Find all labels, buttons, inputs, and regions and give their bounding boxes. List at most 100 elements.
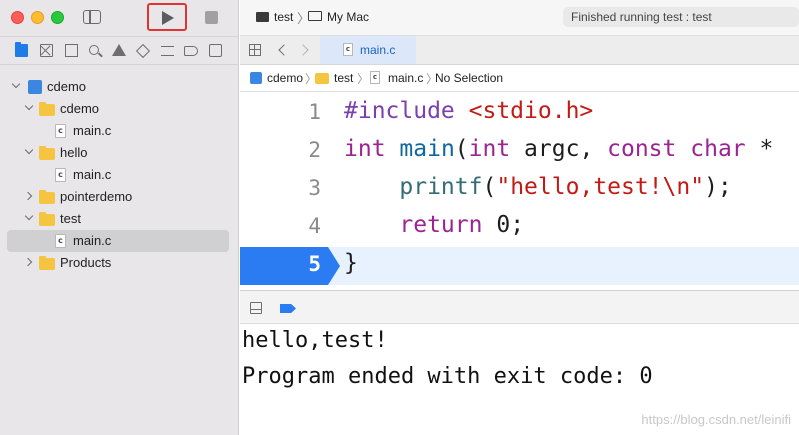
tree-item-label: pointerdemo [60, 189, 133, 204]
function-token: main [399, 136, 455, 162]
tree-item-label: main.c [73, 233, 112, 248]
report-navigator-icon[interactable] [209, 44, 222, 57]
close-window-button[interactable] [11, 11, 24, 24]
stop-button[interactable] [205, 11, 218, 24]
scheme-selector[interactable]: test [274, 10, 293, 24]
search-icon[interactable] [89, 45, 99, 55]
tab-label: main.c [360, 43, 396, 57]
code-line-current[interactable]: 5 } [240, 247, 799, 285]
folder-icon [315, 73, 329, 84]
c-file-icon: c [343, 43, 353, 56]
disclosure-open-icon[interactable] [11, 79, 21, 89]
line-number: 2 [308, 138, 321, 162]
related-items-icon[interactable] [249, 44, 261, 56]
jump-bar: cdemo 〉 test 〉 c main.c 〉 No Selection [240, 65, 799, 92]
console-line: Program ended with exit code: 0 [242, 364, 653, 389]
code-line[interactable]: 4 return 0; [240, 209, 799, 247]
c-file-icon: c [370, 71, 380, 84]
hide-debug-area-icon[interactable] [250, 302, 262, 314]
line-number: 5 [308, 252, 321, 276]
sidebar-toggle-icon[interactable] [83, 10, 101, 24]
symbol-navigator-icon[interactable] [65, 44, 78, 57]
forward-chevron-icon[interactable] [297, 44, 309, 56]
tree-item-file[interactable]: c main.c [7, 164, 229, 186]
disclosure-open-icon[interactable] [24, 145, 34, 155]
debug-navigator-icon[interactable] [161, 46, 174, 56]
keyword-token: return [399, 212, 483, 238]
console-output[interactable]: hello,test! Program ended with exit code… [240, 324, 799, 435]
activity-status: Finished running test : test [563, 7, 799, 27]
project-navigator-icon[interactable] [15, 42, 28, 57]
tree-item-label: test [60, 211, 81, 226]
code-punct [676, 136, 690, 162]
tree-item-folder-products[interactable]: Products [7, 252, 229, 274]
breadcrumb-file[interactable]: main.c [388, 71, 423, 85]
code-punct: ( [454, 136, 469, 162]
code-punct: * [745, 136, 774, 162]
console-line: hello,test! [242, 328, 388, 353]
issue-navigator-icon[interactable] [112, 44, 126, 56]
tab-main-c[interactable]: c main.c [320, 36, 416, 64]
source-control-icon[interactable] [40, 44, 53, 57]
header-token: <stdio.h> [468, 98, 594, 124]
window-toolbar-right: test 〉 My Mac Finished running test : te… [240, 0, 799, 36]
project-icon [28, 80, 42, 94]
code-line[interactable]: 1 #include <stdio.h> [240, 95, 799, 133]
breadcrumb-folder[interactable]: test [334, 71, 353, 85]
keyword-token: int [344, 136, 386, 162]
tree-item-file-selected[interactable]: c main.c [7, 230, 229, 252]
number-token: 0 [496, 212, 511, 238]
tree-item-folder-test[interactable]: test [7, 208, 229, 230]
terminal-icon [256, 12, 269, 22]
keyword-token: const [607, 136, 677, 162]
tree-item-project-cdemo[interactable]: cdemo [7, 76, 229, 98]
code-editor[interactable]: 1 #include <stdio.h> 2 int main(int argc… [240, 93, 799, 289]
breakpoints-toggle-icon[interactable] [280, 304, 296, 313]
breadcrumb-separator: 〉 [357, 72, 370, 86]
folder-icon [39, 212, 55, 226]
folder-icon [39, 102, 55, 116]
tree-item-label: cdemo [47, 79, 87, 94]
test-navigator-icon[interactable] [135, 43, 151, 59]
tree-item-folder-cdemo[interactable]: cdemo [7, 98, 229, 120]
c-file-icon: c [55, 124, 66, 138]
minimize-window-button[interactable] [31, 11, 44, 24]
tree-item-label: cdemo [60, 101, 100, 116]
code-text: return 0; [344, 212, 524, 238]
tree-item-label: hello [60, 145, 88, 160]
run-button[interactable] [147, 3, 187, 31]
zoom-window-button[interactable] [51, 11, 64, 24]
disclosure-open-icon[interactable] [24, 101, 34, 111]
destination-selector[interactable]: My Mac [327, 10, 369, 24]
tree-item-label: main.c [73, 123, 112, 138]
tree-item-folder-hello[interactable]: hello [7, 142, 229, 164]
folder-icon [39, 146, 55, 160]
code-punct [482, 212, 496, 238]
folder-icon [39, 256, 55, 270]
code-line[interactable]: 3 printf("hello,test!\n"); [240, 171, 799, 209]
disclosure-closed-icon[interactable] [23, 191, 33, 201]
breadcrumb-project[interactable]: cdemo [267, 71, 303, 85]
tree-item-label: Products [60, 255, 112, 270]
tree-item-file[interactable]: c main.c [7, 120, 229, 142]
mac-icon [308, 11, 322, 21]
code-punct: ( [482, 174, 497, 200]
navigator-selector-bar [0, 36, 239, 65]
line-number: 1 [308, 100, 321, 124]
code-line[interactable]: 2 int main(int argc, const char * [240, 133, 799, 171]
line-number: 3 [308, 176, 321, 200]
keyword-token: int [468, 136, 511, 162]
tree-item-folder-pointerdemo[interactable]: pointerdemo [7, 186, 229, 208]
code-punct: ); [704, 174, 732, 200]
disclosure-closed-icon[interactable] [23, 257, 33, 267]
disclosure-open-icon[interactable] [24, 211, 34, 221]
breadcrumb-symbol[interactable]: No Selection [435, 71, 503, 85]
function-token: printf [399, 174, 483, 200]
back-chevron-icon[interactable] [278, 44, 290, 56]
preprocessor-token: #include [344, 98, 455, 124]
keyword-token: char [690, 136, 746, 162]
breakpoint-navigator-icon[interactable] [184, 46, 198, 56]
code-punct: argc, [510, 136, 608, 162]
